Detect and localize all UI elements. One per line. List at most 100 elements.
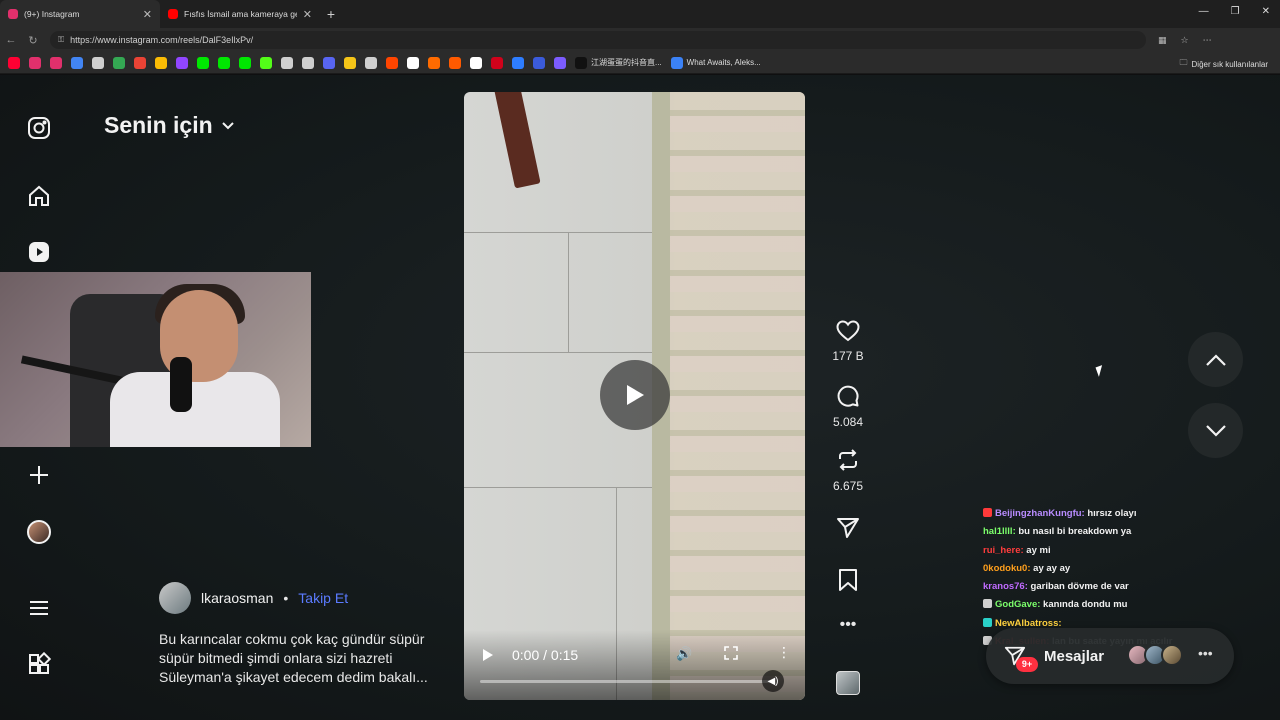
create-icon[interactable]: [22, 458, 56, 492]
chat-message: hal1llll: bu nasıl bi breakdown ya: [983, 523, 1273, 541]
bookmark-favicon-icon[interactable]: [134, 56, 146, 69]
minimize-button[interactable]: —: [1199, 6, 1209, 17]
instagram-favicon-icon: [8, 9, 18, 19]
mute-toggle-button[interactable]: ◀): [762, 670, 784, 692]
other-favorites-folder[interactable]: 🗀 Diğer sık kullanılanlar: [1180, 57, 1268, 71]
chat-username: 0kodoku0:: [983, 562, 1031, 574]
bookmark-favicon-icon[interactable]: [470, 56, 482, 69]
message-avatars: [1127, 644, 1183, 666]
close-tab-icon[interactable]: ✕: [143, 8, 152, 21]
previous-reel-button[interactable]: [1188, 332, 1243, 387]
bookmark-favicon-icon[interactable]: [512, 56, 524, 69]
volume-button[interactable]: 🔊: [676, 646, 692, 662]
tab-instagram[interactable]: (9+) Instagram ✕: [0, 0, 160, 28]
chat-badge-icon: [983, 617, 992, 627]
bookmark-favicon-icon[interactable]: [155, 56, 167, 69]
author-avatar[interactable]: [159, 582, 191, 614]
bookmark-favicon-icon[interactable]: [92, 56, 104, 69]
more-options-icon[interactable]: •••: [1198, 645, 1213, 661]
audio-thumbnail[interactable]: [836, 671, 860, 695]
extensions-icon[interactable]: ▦: [1158, 35, 1167, 46]
tab-youtube[interactable]: Fısfıs İsmail ama kameraya gereksiz ✕: [160, 0, 320, 28]
next-reel-button[interactable]: [1188, 403, 1243, 458]
reload-button[interactable]: ↻: [22, 34, 44, 47]
bookmark-favicon-icon[interactable]: [176, 56, 188, 69]
bookmark-favicon-icon[interactable]: [449, 56, 461, 69]
bookmark-favicon-icon[interactable]: [218, 56, 230, 69]
site-info-icon[interactable]: ⚿: [58, 35, 64, 45]
bookmark-favicon-icon[interactable]: [407, 56, 419, 69]
chat-username: rui_here:: [983, 544, 1024, 556]
reel-video[interactable]: 0:00 / 0:15 🔊 ⋮ ◀): [464, 92, 805, 700]
save-button[interactable]: [828, 568, 868, 595]
bookmark-favicon-icon[interactable]: [302, 56, 314, 69]
repost-icon: [839, 449, 857, 471]
repost-count: 6.675: [832, 479, 864, 493]
bookmark-favicon-icon[interactable]: [197, 56, 209, 69]
chat-text: kanında dondu mu: [1043, 599, 1128, 611]
bookmark-favicon-icon[interactable]: [29, 56, 41, 69]
bookmark-favicon-icon[interactable]: [50, 56, 62, 69]
maximize-button[interactable]: ❐: [1231, 6, 1240, 17]
new-tab-button[interactable]: +: [320, 6, 342, 22]
separator: •: [283, 590, 289, 606]
post-author: lkaraosman • Takip Et: [159, 582, 348, 614]
author-name[interactable]: lkaraosman: [201, 590, 273, 606]
follow-button[interactable]: Takip Et: [298, 590, 348, 606]
repost-button[interactable]: 6.675: [828, 448, 868, 493]
share-button[interactable]: [828, 516, 868, 543]
like-button[interactable]: 177 B: [828, 320, 868, 363]
play-button[interactable]: [600, 360, 670, 430]
favorites-icon[interactable]: ☆: [1181, 35, 1189, 46]
chevron-down-icon: [1205, 424, 1226, 437]
bookmark-favicon-icon[interactable]: [71, 56, 83, 69]
messenger-icon: 9+: [1004, 645, 1038, 672]
chevron-up-icon: [1205, 353, 1226, 366]
video-options-button[interactable]: ⋮: [777, 644, 791, 661]
url-field[interactable]: ⚿ https://www.instagram.com/reels/DalF3e…: [50, 31, 1146, 49]
mouse-cursor-icon: [1095, 365, 1106, 377]
settings-icon[interactable]: ⋯: [1203, 35, 1212, 46]
play-pause-button[interactable]: [482, 648, 494, 667]
more-icon[interactable]: [22, 647, 56, 681]
bookmark-favicon-icon[interactable]: [323, 56, 335, 69]
more-options-button[interactable]: •••: [828, 616, 868, 634]
fullscreen-button[interactable]: [724, 646, 738, 665]
folder-icon: 🗀: [1179, 58, 1188, 67]
video-progress-bar[interactable]: [480, 680, 770, 683]
bookmark-favicon-icon[interactable]: [344, 56, 356, 69]
chat-message: rui_here: ay mi: [983, 542, 1273, 560]
back-button[interactable]: ←: [0, 34, 22, 46]
bookmark-favicon-icon[interactable]: [554, 56, 566, 69]
bookmark-favicon-icon[interactable]: [533, 56, 545, 69]
menu-icon[interactable]: [22, 591, 56, 625]
bookmark-favicon-icon[interactable]: [281, 56, 293, 69]
instagram-logo-icon[interactable]: [22, 111, 56, 145]
bookmark-favicon-icon[interactable]: [491, 56, 503, 69]
close-window-button[interactable]: ✕: [1262, 6, 1270, 17]
bookmark-favicon-icon[interactable]: [386, 56, 398, 69]
video-controls: 0:00 / 0:15 🔊 ⋮ ◀): [464, 630, 805, 700]
bookmark-favicon-icon[interactable]: [113, 56, 125, 69]
bookmark-favicon-icon[interactable]: [260, 56, 272, 69]
close-tab-icon[interactable]: ✕: [303, 8, 312, 21]
comment-icon: [837, 385, 859, 407]
reels-icon[interactable]: [22, 235, 56, 269]
post-caption[interactable]: Bu karıncalar cokmu çok kaç gündür süpür…: [159, 630, 439, 687]
home-icon[interactable]: [22, 179, 56, 213]
feed-selector[interactable]: Senin için: [104, 112, 235, 139]
bookmark-favicon-icon[interactable]: [8, 56, 20, 69]
comment-button[interactable]: 5.084: [828, 384, 868, 429]
bookmark-favicon-icon: [670, 56, 683, 69]
unread-badge: 9+: [1016, 657, 1038, 672]
chat-username: kranos76:: [983, 581, 1028, 593]
bookmark-icon: [839, 569, 857, 591]
profile-avatar[interactable]: [22, 515, 56, 549]
bookmark-favicon-icon[interactable]: [428, 56, 440, 69]
bookmark-item[interactable]: What Awaits, Aleks...: [670, 56, 761, 69]
messages-button[interactable]: 9+ Mesajlar •••: [986, 628, 1234, 684]
bookmark-favicon-icon[interactable]: [365, 56, 377, 69]
bookmark-favicon-icon[interactable]: [239, 56, 251, 69]
address-bar: ← ↻ ⚿ https://www.instagram.com/reels/Da…: [0, 28, 1280, 52]
bookmark-item[interactable]: 江湖蛋蛋的抖音直...: [575, 56, 662, 69]
